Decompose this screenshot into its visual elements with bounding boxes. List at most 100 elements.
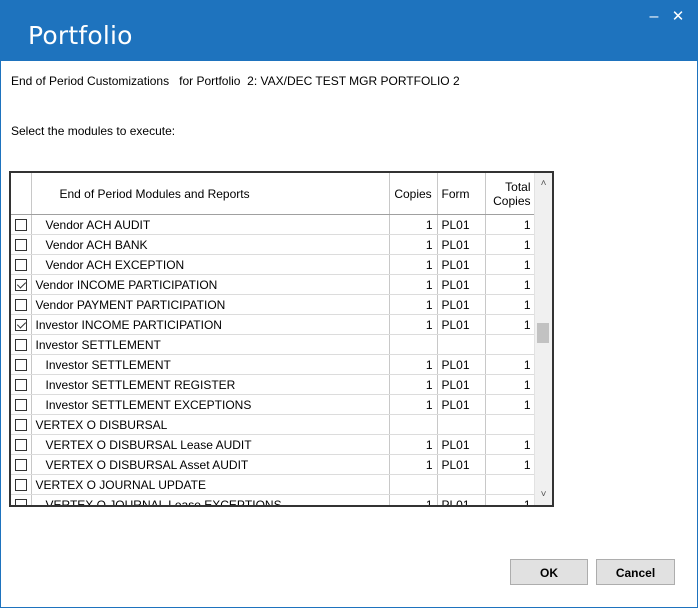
table-row[interactable]: Vendor ACH EXCEPTION 1 PL01 1 <box>11 254 536 275</box>
module-checkbox[interactable] <box>14 359 27 372</box>
copies-cell[interactable]: 1 <box>389 494 438 505</box>
scroll-up-icon[interactable]: ˄ <box>535 175 552 192</box>
form-cell[interactable]: PL01 <box>437 374 486 395</box>
total-header-line2: Copies <box>493 193 531 208</box>
table-row[interactable]: Investor SETTLEMENT REGISTER 1 PL01 1 <box>11 374 536 395</box>
column-header-modules[interactable]: End of Period Modules and Reports <box>31 173 390 215</box>
form-cell[interactable]: PL01 <box>437 434 486 455</box>
total-copies-cell[interactable] <box>485 334 536 355</box>
total-copies-cell[interactable]: 1 <box>485 214 536 235</box>
minimize-icon[interactable]: – <box>644 7 664 27</box>
total-copies-cell[interactable]: 1 <box>485 394 536 415</box>
total-copies-cell[interactable]: 1 <box>485 254 536 275</box>
total-copies-cell[interactable] <box>485 474 536 495</box>
table-row[interactable]: VERTEX O DISBURSAL <box>11 414 536 435</box>
row-checkbox-cell <box>11 474 32 495</box>
copies-cell[interactable]: 1 <box>389 234 438 255</box>
total-copies-cell[interactable]: 1 <box>485 274 536 295</box>
column-header-form[interactable]: Form <box>437 173 486 215</box>
table-row[interactable]: Investor SETTLEMENT 1 PL01 1 <box>11 354 536 375</box>
total-copies-cell[interactable]: 1 <box>485 314 536 335</box>
table-row[interactable]: Investor SETTLEMENT <box>11 334 536 355</box>
form-cell[interactable]: PL01 <box>437 234 486 255</box>
module-checkbox[interactable] <box>14 419 27 432</box>
form-cell[interactable]: PL01 <box>437 454 486 475</box>
table-row[interactable]: VERTEX O DISBURSAL Lease AUDIT 1 PL01 1 <box>11 434 536 455</box>
table-row[interactable]: Vendor ACH BANK 1 PL01 1 <box>11 234 536 255</box>
column-header-copies[interactable]: Copies <box>389 173 438 215</box>
module-checkbox[interactable] <box>14 319 27 332</box>
module-checkbox[interactable] <box>14 339 27 352</box>
modules-grid[interactable]: End of Period Modules and Reports Copies… <box>9 171 554 507</box>
row-checkbox-cell <box>11 354 32 375</box>
total-copies-cell[interactable]: 1 <box>485 494 536 505</box>
window-title: Portfolio <box>28 21 133 50</box>
module-checkbox[interactable] <box>14 239 27 252</box>
module-name-cell: Investor SETTLEMENT <box>31 354 390 375</box>
form-cell[interactable]: PL01 <box>437 394 486 415</box>
heading-prefix: End of Period Customizations <box>11 74 170 88</box>
form-cell[interactable]: PL01 <box>437 354 486 375</box>
close-icon[interactable]: ✕ <box>668 7 688 27</box>
form-cell[interactable]: PL01 <box>437 314 486 335</box>
module-name-cell: VERTEX O JOURNAL Lease EXCEPTIONS <box>31 494 390 505</box>
cancel-button[interactable]: Cancel <box>596 559 675 585</box>
form-cell[interactable]: PL01 <box>437 494 486 505</box>
scroll-thumb[interactable] <box>537 323 549 343</box>
form-cell[interactable]: PL01 <box>437 294 486 315</box>
copies-cell[interactable]: 1 <box>389 274 438 295</box>
total-copies-cell[interactable]: 1 <box>485 454 536 475</box>
ok-button[interactable]: OK <box>510 559 588 585</box>
total-copies-cell[interactable]: 1 <box>485 434 536 455</box>
table-row[interactable]: Vendor INCOME PARTICIPATION 1 PL01 1 <box>11 274 536 295</box>
portfolio-dialog: Portfolio – ✕ End of Period Customizatio… <box>0 0 698 608</box>
total-copies-cell[interactable]: 1 <box>485 294 536 315</box>
form-cell[interactable]: PL01 <box>437 274 486 295</box>
copies-cell[interactable]: 1 <box>389 374 438 395</box>
table-row[interactable]: VERTEX O JOURNAL Lease EXCEPTIONS 1 PL01 1 <box>11 494 536 505</box>
portfolio-value: 2: VAX/DEC TEST MGR PORTFOLIO 2 <box>247 74 460 88</box>
total-copies-cell[interactable]: 1 <box>485 234 536 255</box>
table-row[interactable]: VERTEX O JOURNAL UPDATE <box>11 474 536 495</box>
copies-cell[interactable]: 1 <box>389 314 438 335</box>
module-name-cell: Vendor ACH AUDIT <box>31 214 390 235</box>
module-checkbox[interactable] <box>14 439 27 452</box>
table-row[interactable]: VERTEX O DISBURSAL Asset AUDIT 1 PL01 1 <box>11 454 536 475</box>
grid-body: Vendor ACH AUDIT 1 PL01 1 Vendor ACH BANK 1 PL… <box>11 214 536 505</box>
copies-cell[interactable]: 1 <box>389 434 438 455</box>
scroll-down-icon[interactable]: ˅ <box>535 486 552 503</box>
module-checkbox[interactable] <box>14 279 27 292</box>
module-checkbox[interactable] <box>14 399 27 412</box>
table-row[interactable]: Vendor PAYMENT PARTICIPATION 1 PL01 1 <box>11 294 536 315</box>
copies-cell[interactable]: 1 <box>389 354 438 375</box>
module-checkbox[interactable] <box>14 479 27 492</box>
module-checkbox[interactable] <box>14 219 27 232</box>
module-checkbox[interactable] <box>14 499 27 505</box>
module-checkbox[interactable] <box>14 299 27 312</box>
table-row[interactable]: Investor INCOME PARTICIPATION 1 PL01 1 <box>11 314 536 335</box>
module-checkbox[interactable] <box>14 459 27 472</box>
copies-cell[interactable]: 1 <box>389 254 438 275</box>
copies-cell[interactable]: 1 <box>389 394 438 415</box>
copies-cell[interactable] <box>389 474 438 495</box>
module-checkbox[interactable] <box>14 379 27 392</box>
vertical-scrollbar[interactable]: ˄ ˅ <box>534 173 552 505</box>
total-copies-cell[interactable]: 1 <box>485 374 536 395</box>
form-cell[interactable]: PL01 <box>437 254 486 275</box>
copies-cell[interactable]: 1 <box>389 294 438 315</box>
copies-cell[interactable]: 1 <box>389 214 438 235</box>
copies-cell[interactable] <box>389 414 438 435</box>
module-checkbox[interactable] <box>14 259 27 272</box>
total-copies-cell[interactable] <box>485 414 536 435</box>
table-row[interactable]: Vendor ACH AUDIT 1 PL01 1 <box>11 214 536 235</box>
column-header-total-copies[interactable]: Total Copies <box>485 173 536 215</box>
form-cell[interactable] <box>437 474 486 495</box>
form-cell[interactable] <box>437 414 486 435</box>
table-row[interactable]: Investor SETTLEMENT EXCEPTIONS 1 PL01 1 <box>11 394 536 415</box>
total-copies-cell[interactable]: 1 <box>485 354 536 375</box>
form-cell[interactable]: PL01 <box>437 214 486 235</box>
copies-cell[interactable] <box>389 334 438 355</box>
form-cell[interactable] <box>437 334 486 355</box>
copies-cell[interactable]: 1 <box>389 454 438 475</box>
module-name-cell: VERTEX O DISBURSAL Lease AUDIT <box>31 434 390 455</box>
